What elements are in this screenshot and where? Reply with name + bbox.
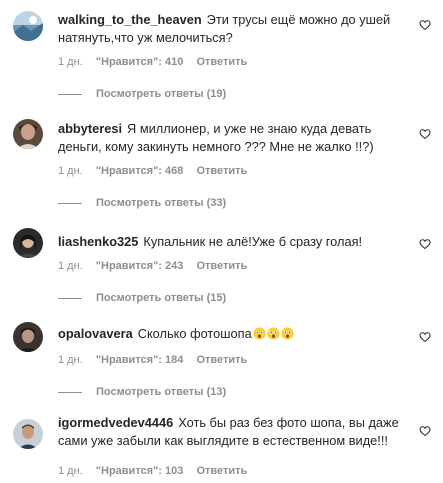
comment-meta: 1 дн. "Нравится": 410 Ответить xyxy=(58,56,257,68)
reply-button[interactable]: Ответить xyxy=(196,56,247,68)
comment-time[interactable]: 1 дн. xyxy=(58,354,83,366)
comment-likes[interactable]: "Нравится": 103 xyxy=(96,465,184,477)
replies-divider xyxy=(58,391,82,393)
avatar[interactable] xyxy=(13,119,43,149)
comment-time[interactable]: 1 дн. xyxy=(58,465,83,477)
view-replies-button[interactable]: Посмотреть ответы (15) xyxy=(58,292,226,304)
replies-divider xyxy=(58,297,82,299)
comment-text: abbyteresi Я миллионер, и уже не знаю куд… xyxy=(58,120,408,156)
astonished-face-emoji-icon xyxy=(253,327,266,340)
comment-likes[interactable]: "Нравится": 184 xyxy=(96,354,184,366)
avatar[interactable] xyxy=(13,419,43,449)
avatar[interactable] xyxy=(13,11,43,41)
comment-username[interactable]: opalovavera xyxy=(58,326,133,341)
replies-divider xyxy=(58,202,82,204)
view-replies-label: Посмотреть ответы (19) xyxy=(96,88,227,100)
view-replies-button[interactable]: Посмотреть ответы (13) xyxy=(58,386,226,398)
heart-icon[interactable] xyxy=(419,425,431,437)
comment-username[interactable]: abbyteresi xyxy=(58,121,122,136)
reply-button[interactable]: Ответить xyxy=(196,354,247,366)
reply-button[interactable]: Ответить xyxy=(196,260,247,272)
comment-text: opalovavera Сколько фотошопа xyxy=(58,325,408,343)
heart-icon[interactable] xyxy=(419,128,431,140)
heart-icon[interactable] xyxy=(419,238,431,250)
comment-likes[interactable]: "Нравится": 243 xyxy=(96,260,184,272)
comment-body: Купальник не алё!Уже б сразу голая! xyxy=(143,234,363,249)
comment-username[interactable]: walking_to_the_heaven xyxy=(58,12,202,27)
comment-likes[interactable]: "Нравится": 410 xyxy=(96,56,184,68)
astonished-face-emoji-icon xyxy=(281,327,294,340)
comment-text: igormedvedev4446 Хоть бы раз без фото шоп… xyxy=(58,414,408,450)
comment-text: liashenko325 Купальник не алё!Уже б сразу… xyxy=(58,233,408,251)
comment-meta: 1 дн. "Нравится": 184 Ответить xyxy=(58,354,257,366)
comment-meta: 1 дн. "Нравится": 468 Ответить xyxy=(58,165,257,177)
comment-meta: 1 дн. "Нравится": 243 Ответить xyxy=(58,260,257,272)
reply-button[interactable]: Ответить xyxy=(196,465,247,477)
view-replies-button[interactable]: Посмотреть ответы (33) xyxy=(58,197,226,209)
view-replies-label: Посмотреть ответы (33) xyxy=(96,197,227,209)
comment-likes[interactable]: "Нравится": 468 xyxy=(96,165,184,177)
comment-body: Сколько фотошопа xyxy=(137,326,252,341)
comment-text: walking_to_the_heaven Эти трусы ещё можно… xyxy=(58,11,408,47)
view-replies-label: Посмотреть ответы (13) xyxy=(96,386,227,398)
comment-time[interactable]: 1 дн. xyxy=(58,56,83,68)
avatar[interactable] xyxy=(13,228,43,258)
comment-time[interactable]: 1 дн. xyxy=(58,165,83,177)
heart-icon[interactable] xyxy=(419,19,431,31)
comment-time[interactable]: 1 дн. xyxy=(58,260,83,272)
reply-button[interactable]: Ответить xyxy=(196,165,247,177)
comment-meta: 1 дн. "Нравится": 103 Ответить xyxy=(58,465,257,477)
comment-username[interactable]: igormedvedev4446 xyxy=(58,415,173,430)
replies-divider xyxy=(58,93,82,95)
view-replies-button[interactable]: Посмотреть ответы (19) xyxy=(58,88,226,100)
astonished-face-emoji-icon xyxy=(267,327,280,340)
heart-icon[interactable] xyxy=(419,331,431,343)
comment-username[interactable]: liashenko325 xyxy=(58,234,138,249)
avatar[interactable] xyxy=(13,322,43,352)
view-replies-label: Посмотреть ответы (15) xyxy=(96,292,227,304)
